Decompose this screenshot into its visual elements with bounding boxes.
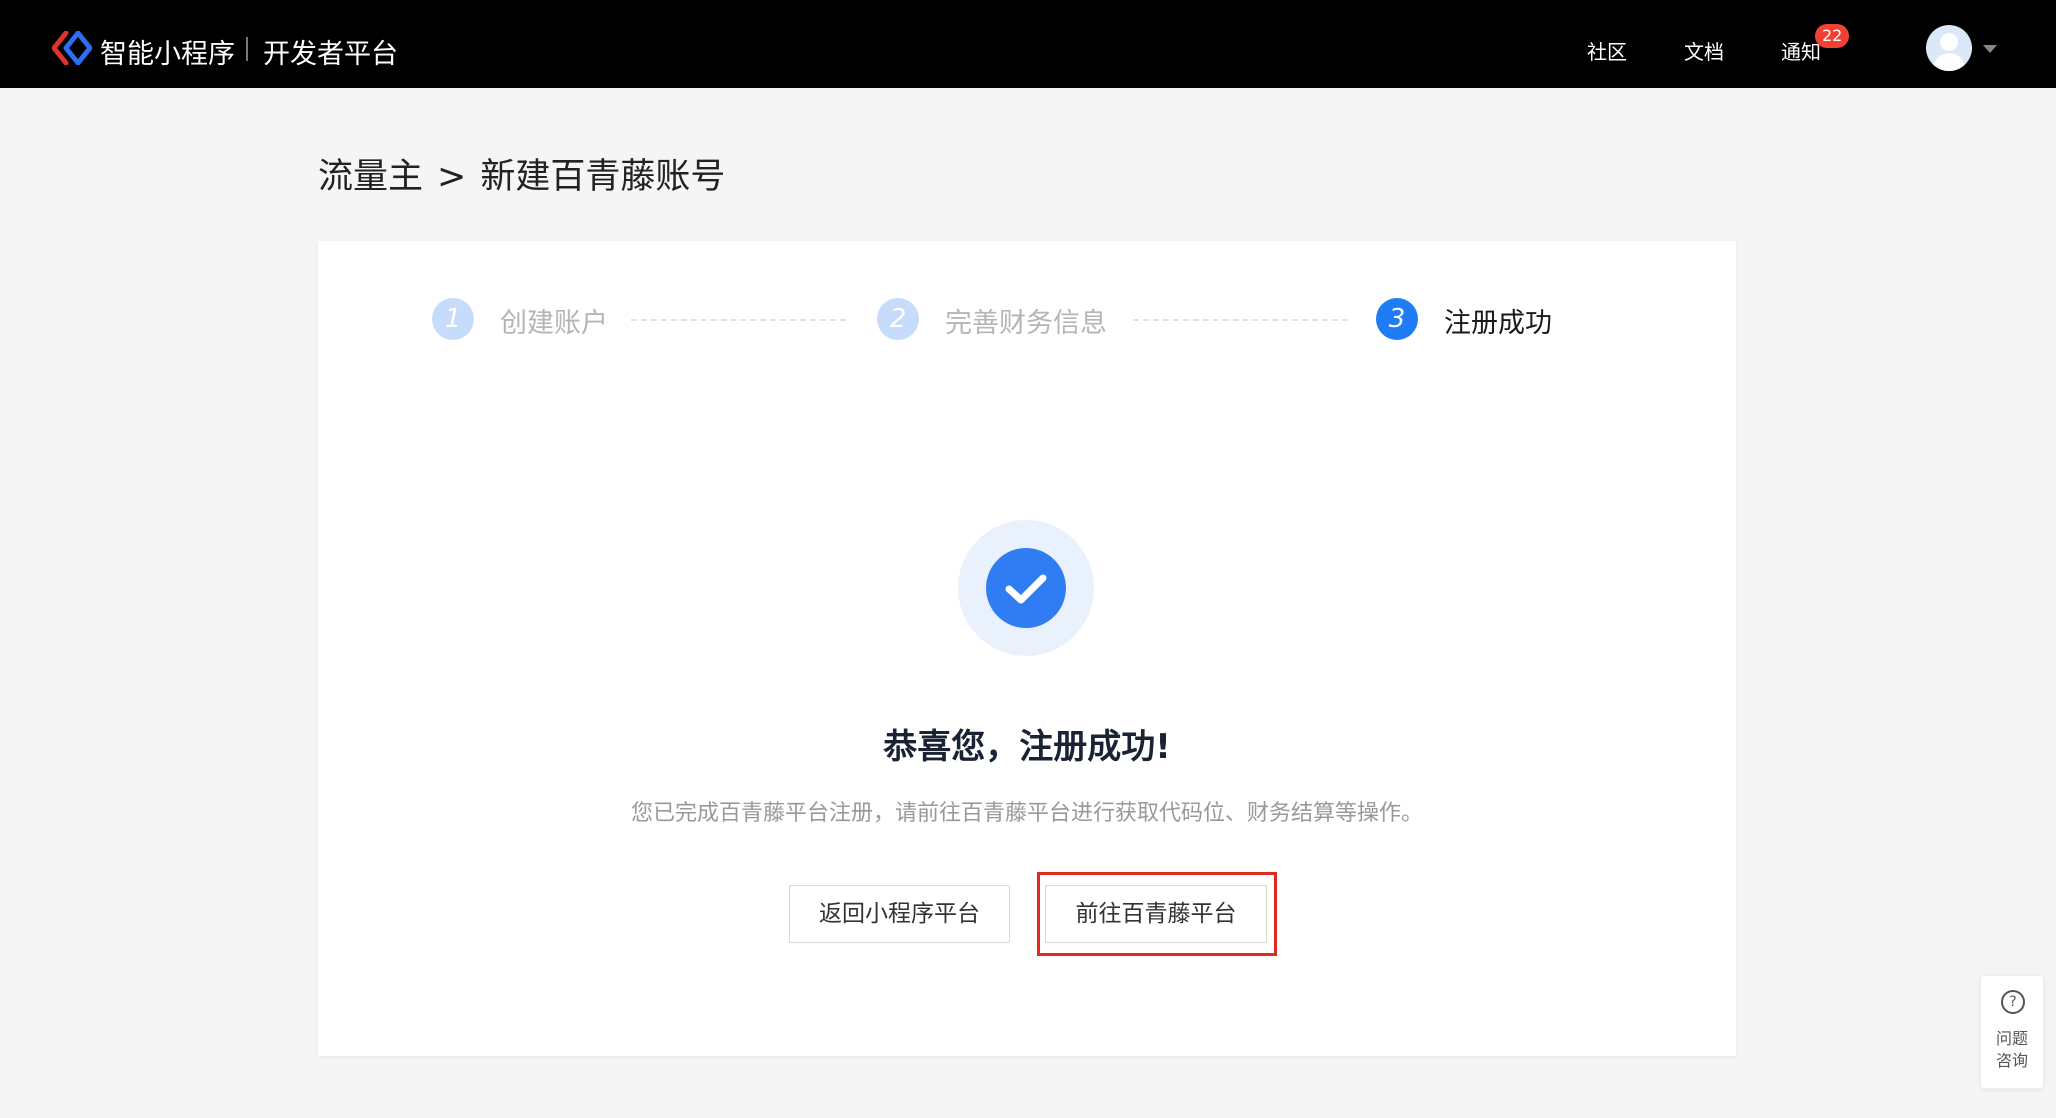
- step-2-label: 完善财务信息: [945, 308, 1107, 339]
- step-connector-2: [1133, 319, 1348, 321]
- breadcrumb: 流量主 > 新建百青藤账号: [318, 148, 725, 199]
- notification-count-badge: 22: [1815, 24, 1850, 48]
- nav-community-link[interactable]: 社区: [1587, 36, 1627, 65]
- help-label-line-1: 问题: [1995, 1029, 2028, 1048]
- success-description: 您已完成百青藤平台注册，请前往百青藤平台进行获取代码位、财务结算等操作。: [630, 801, 1423, 826]
- breadcrumb-parent[interactable]: 流量主: [318, 157, 423, 197]
- step-connector-1: [631, 319, 846, 321]
- nav-docs-link[interactable]: 文档: [1684, 36, 1724, 65]
- success-check-icon: [958, 520, 1094, 656]
- brand-name[interactable]: 智能小程序: [100, 32, 235, 71]
- step-3-label: 注册成功: [1444, 308, 1552, 339]
- breadcrumb-current: 新建百青藤账号: [480, 157, 726, 197]
- account-menu-chevron-down-icon[interactable]: [1983, 45, 1997, 53]
- top-navigation-bar: 智能小程序 开发者平台 社区 文档 通知 22: [0, 0, 2056, 88]
- checkmark-icon: [1005, 574, 1047, 604]
- smart-miniprogram-logo-icon: [52, 31, 92, 65]
- user-avatar[interactable]: [1926, 25, 1972, 71]
- help-consult-widget[interactable]: ? 问题 咨询: [1980, 975, 2044, 1089]
- registration-result-card: 1 创建账户 2 完善财务信息 3 注册成功 恭喜您，注册成功! 您已完成百青藤…: [318, 241, 1736, 1056]
- breadcrumb-separator: >: [437, 157, 467, 197]
- question-icon: ?: [2001, 990, 2025, 1014]
- step-1-label: 创建账户: [500, 308, 608, 339]
- help-label: 问题 咨询: [1981, 1028, 2043, 1072]
- step-1-number: 1: [432, 298, 474, 340]
- highlight-annotation-box: [1037, 872, 1277, 956]
- help-label-line-2: 咨询: [1995, 1051, 2028, 1070]
- step-3-number: 3: [1376, 298, 1418, 340]
- back-to-miniprogram-button[interactable]: 返回小程序平台: [789, 885, 1010, 943]
- brand-divider: [246, 37, 248, 61]
- success-title: 恭喜您，注册成功!: [883, 727, 1171, 767]
- platform-name[interactable]: 开发者平台: [263, 32, 398, 71]
- step-2-number: 2: [877, 298, 919, 340]
- default-user-icon: [1932, 33, 1966, 71]
